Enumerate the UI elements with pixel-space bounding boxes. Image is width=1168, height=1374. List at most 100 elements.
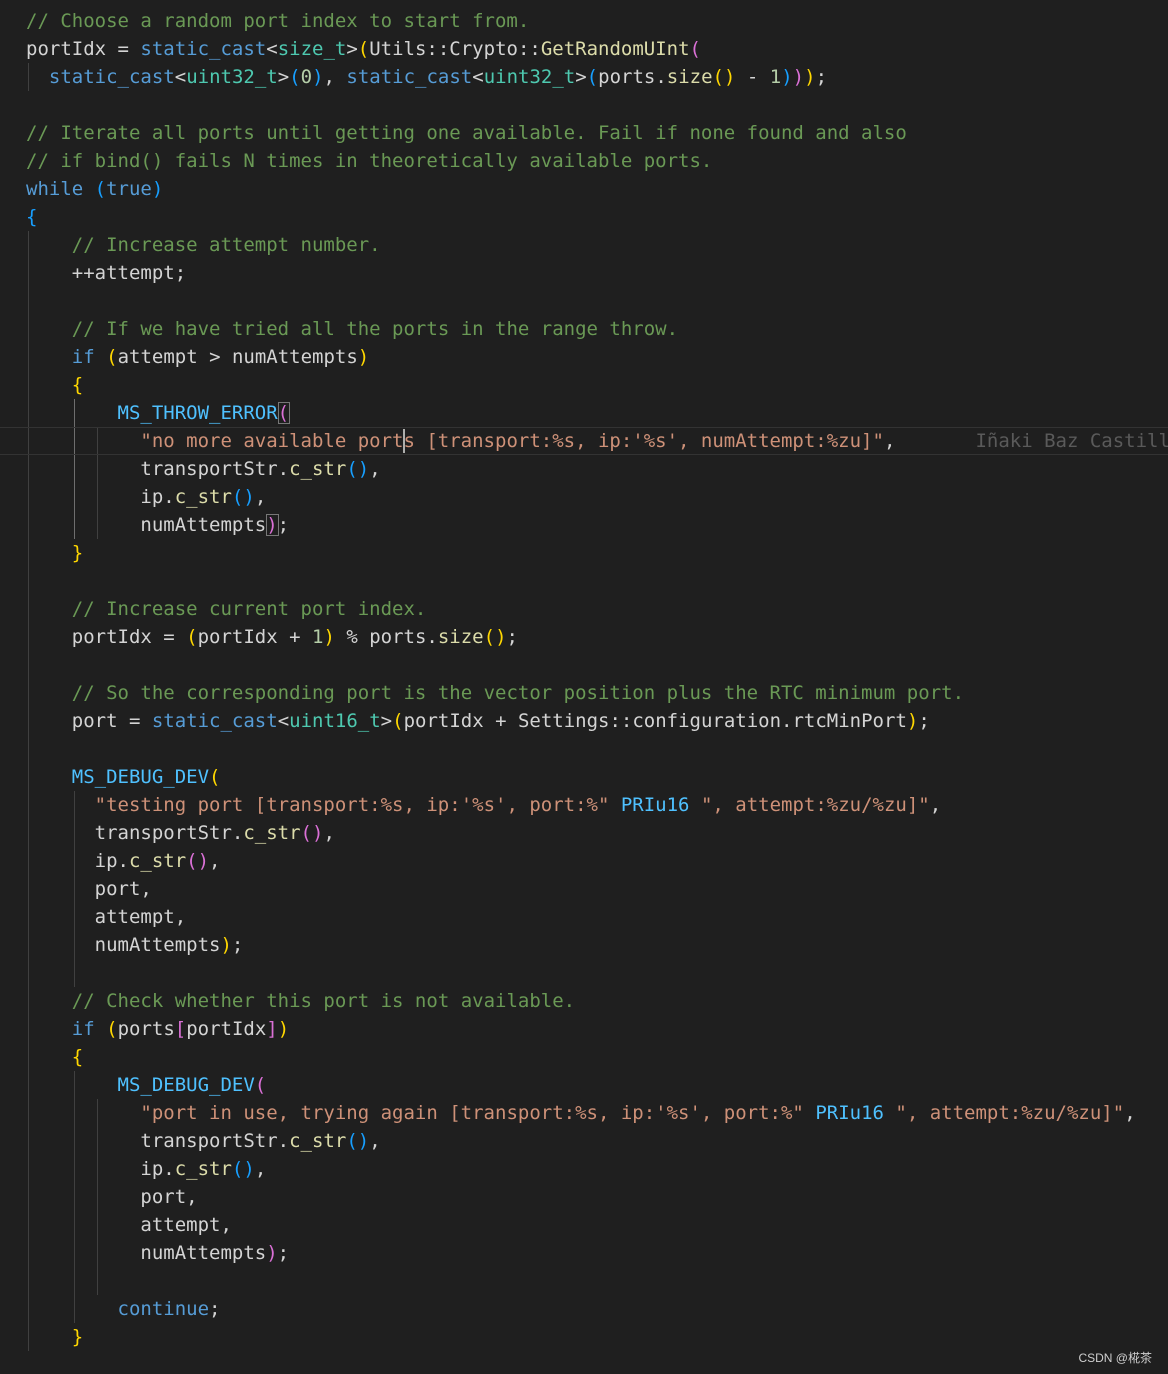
code-token: ,	[254, 486, 267, 508]
code-token: ]	[266, 1018, 278, 1040]
code-token: ;	[209, 1298, 221, 1320]
code-line[interactable]: attempt,	[26, 1211, 232, 1239]
code-line[interactable]: transportStr.c_str(),	[26, 819, 335, 847]
code-line[interactable]: ip.c_str(),	[26, 847, 221, 875]
code-line[interactable]: ip.c_str(),	[26, 483, 266, 511]
code-line[interactable]: attempt,	[26, 903, 187, 931]
code-line[interactable]: "testing port [transport:%s, ip:'%s', po…	[26, 791, 942, 819]
code-token: static_cast	[140, 38, 267, 60]
code-token: ;	[815, 66, 828, 88]
code-line[interactable]: {	[26, 203, 37, 231]
code-line[interactable]: // Choose a random port index to start f…	[26, 7, 529, 35]
code-line[interactable]: while (true)	[26, 175, 163, 203]
code-token: (	[106, 346, 118, 368]
code-token: portIdx +	[197, 626, 312, 648]
code-token: <	[472, 66, 484, 88]
code-token: numAttempts	[26, 1242, 267, 1264]
code-token: size_t	[277, 38, 347, 60]
code-line[interactable]: ++attempt;	[26, 259, 186, 287]
code-token: port,	[26, 1186, 198, 1208]
code-token: >	[380, 710, 393, 732]
code-line[interactable]: port,	[26, 1183, 198, 1211]
code-token: // Iterate all ports until getting one a…	[26, 122, 907, 144]
code-line[interactable]: port,	[26, 875, 152, 903]
code-line[interactable]: portIdx = (portIdx + 1) % ports.size();	[26, 623, 518, 651]
code-line[interactable]: MS_DEBUG_DEV(	[26, 1071, 267, 1099]
code-token: ;	[231, 934, 244, 956]
code-token: ip.	[26, 1158, 175, 1180]
code-token: static_cast	[151, 710, 278, 732]
code-token: true	[106, 178, 152, 200]
code-line[interactable]: MS_THROW_ERROR(	[26, 399, 290, 427]
code-line[interactable]: }	[26, 1323, 83, 1351]
code-token: )	[792, 66, 805, 88]
code-line[interactable]: transportStr.c_str(),	[26, 1127, 380, 1155]
code-token: transportStr.	[26, 1130, 290, 1152]
code-token: ", attempt:%zu/%zu]"	[895, 1102, 1125, 1124]
code-token: if	[71, 1018, 95, 1040]
code-line[interactable]: "no more available ports [transport:%s, …	[26, 427, 895, 455]
code-token: transportStr.	[26, 458, 290, 480]
code-token: "testing port [transport:%s, ip:'%s', po…	[94, 794, 610, 816]
code-token: ;	[277, 1242, 290, 1264]
code-line[interactable]: // Check whether this port is not availa…	[26, 987, 575, 1015]
code-token: ()	[346, 1130, 370, 1152]
code-line[interactable]: // if bind() fails N times in theoretica…	[26, 147, 712, 175]
code-token: )	[357, 346, 370, 368]
code-line[interactable]: {	[26, 1043, 83, 1071]
code-line[interactable]: "port in use, trying again [transport:%s…	[26, 1099, 1136, 1127]
code-token: c_str	[174, 486, 232, 508]
code-token: // Increase attempt number.	[71, 234, 381, 256]
code-token: size	[666, 66, 713, 88]
code-line[interactable]: if (attempt > numAttempts)	[26, 343, 369, 371]
text-cursor	[403, 429, 406, 453]
code-token: // Choose a random port index to start f…	[26, 10, 530, 32]
code-line[interactable]: }	[26, 539, 83, 567]
code-token: // Check whether this port is not availa…	[71, 990, 576, 1012]
code-line[interactable]: numAttempts);	[26, 1239, 289, 1267]
code-token: size	[437, 626, 484, 648]
code-line[interactable]: MS_DEBUG_DEV(	[26, 763, 221, 791]
code-token: ,	[209, 850, 221, 872]
code-token: }	[71, 1326, 84, 1348]
code-token: numAttempts	[26, 514, 267, 536]
code-line[interactable]: // Iterate all ports until getting one a…	[26, 119, 907, 147]
code-token: )	[266, 1242, 278, 1264]
code-line[interactable]: portIdx = static_cast<size_t>(Utils::Cry…	[26, 35, 701, 63]
code-line[interactable]: // Increase current port index.	[26, 595, 427, 623]
code-token: MS_DEBUG_DEV	[71, 766, 210, 788]
code-token: ,	[369, 458, 381, 480]
code-token: portIdx =	[26, 626, 187, 648]
code-token: static_cast	[48, 66, 175, 88]
code-token: ,	[1124, 1102, 1136, 1124]
watermark: CSDN @椛茶	[1078, 1351, 1152, 1365]
code-line[interactable]: continue;	[26, 1295, 221, 1323]
code-token: portIdx + Settings::configuration.rtcMin…	[403, 710, 907, 732]
code-line[interactable]: // If we have tried all the ports in the…	[26, 315, 678, 343]
code-token: (	[392, 710, 404, 732]
code-line[interactable]: // Increase attempt number.	[26, 231, 381, 259]
code-editor[interactable]: // Choose a random port index to start f…	[0, 0, 1168, 1374]
code-line[interactable]: static_cast<uint32_t>(0), static_cast<ui…	[26, 63, 827, 91]
code-line[interactable]: port = static_cast<uint16_t>(portIdx + S…	[26, 707, 930, 735]
code-token: attempt,	[26, 1214, 232, 1236]
code-line[interactable]: {	[26, 371, 83, 399]
code-line[interactable]: numAttempts);	[26, 511, 289, 539]
code-token: (	[94, 178, 107, 200]
code-line[interactable]: ip.c_str(),	[26, 1155, 266, 1183]
code-line[interactable]: numAttempts);	[26, 931, 244, 959]
code-line[interactable]: if (ports[portIdx])	[26, 1015, 289, 1043]
code-token: <	[277, 710, 290, 732]
code-token: // if bind() fails N times in theoretica…	[26, 150, 713, 172]
code-line[interactable]: // So the corresponding port is the vect…	[26, 679, 964, 707]
code-token: )	[804, 66, 816, 88]
code-line[interactable]: transportStr.c_str(),	[26, 455, 381, 483]
